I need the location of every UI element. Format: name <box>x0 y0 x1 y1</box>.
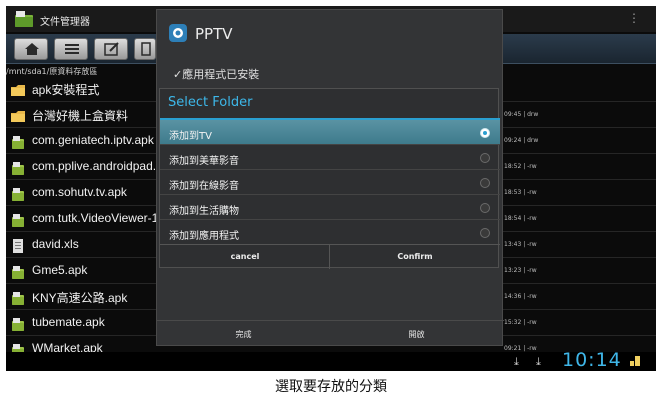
apk-file-icon <box>12 318 24 331</box>
folder-dialog-buttons: cancel Confirm <box>160 244 500 269</box>
confirm-button[interactable]: Confirm <box>330 245 500 269</box>
file-meta: 18:53 | -rw <box>504 189 537 196</box>
installed-message: ✓應用程式已安裝 <box>173 68 260 81</box>
file-meta: 14:36 | -rw <box>504 293 537 300</box>
home-button[interactable] <box>14 38 48 60</box>
radio-button[interactable] <box>480 228 490 238</box>
list-view-button[interactable] <box>54 38 88 60</box>
file-meta: 09:21 | -rw <box>504 345 537 352</box>
document-icon <box>13 239 23 253</box>
download-icon: ⤓ <box>514 355 519 368</box>
caption: 選取要存放的分類 <box>275 379 387 395</box>
file-name: david.xls <box>32 237 79 251</box>
file-meta: 18:54 | -rw <box>504 215 537 222</box>
apk-file-icon <box>12 188 24 201</box>
file-name: tubemate.apk <box>32 315 105 329</box>
folder-option[interactable]: 添加到TV <box>160 120 500 145</box>
apk-file-icon <box>12 162 24 175</box>
radio-button[interactable] <box>480 203 490 213</box>
folder-option[interactable]: 添加到應用程式 <box>160 220 500 245</box>
apk-file-icon <box>12 214 24 227</box>
file-name: com.sohutv.tv.apk <box>32 185 127 199</box>
system-bar: ⤓ ⤓ 10:14 <box>6 349 656 371</box>
folder-icon <box>11 111 25 122</box>
file-name: Gme5.apk <box>32 263 88 277</box>
app-title: 文件管理器 <box>40 17 90 28</box>
file-meta: 15:32 | -rw <box>504 319 537 326</box>
edit-button[interactable] <box>94 38 128 60</box>
edit-icon <box>104 42 119 56</box>
folder-option-label: 添加到生活購物 <box>169 206 239 217</box>
select-folder-title: Select Folder <box>168 95 253 110</box>
clock: 10:14 <box>562 349 622 371</box>
download-icon: ⤓ <box>536 355 541 368</box>
folder-option-label: 添加到在線影音 <box>169 181 239 192</box>
signal-icon <box>630 356 640 366</box>
folder-option[interactable]: 添加到在線影音 <box>160 170 500 195</box>
android-screen: 文件管理器 ⋮ /mnt/sda1/原資料存放區 apk安裝程式 台灣好機上盒資… <box>6 6 656 371</box>
open-button[interactable]: 開啟 <box>330 321 503 348</box>
file-name: com.geniatech.iptv.apk <box>32 133 154 147</box>
folder-option-label: 添加到TV <box>169 131 212 142</box>
install-dialog-buttons: 完成 開啟 <box>157 320 504 347</box>
file-name: 台灣好機上盒資料 <box>32 109 129 123</box>
folder-option-label: 添加到美華影音 <box>169 156 239 167</box>
file-name: apk安裝程式 <box>32 83 100 97</box>
file-name: com.tutk.VideoViewer-1 <box>32 211 159 225</box>
pptv-logo-icon <box>169 24 187 42</box>
file-meta: 09:45 | drw <box>504 111 539 118</box>
file-meta: 13:23 | -rw <box>504 267 537 274</box>
folder-option-label: 添加到應用程式 <box>169 231 239 242</box>
select-folder-dialog: Select Folder 添加到TV 添加到美華影音 添加到在線影音 添加到生活購物… <box>159 88 500 269</box>
file-meta: 13:43 | -rw <box>504 241 537 248</box>
radio-button[interactable] <box>480 128 490 138</box>
radio-button[interactable] <box>480 178 490 188</box>
file-meta: 09:24 | drw <box>504 137 539 144</box>
folder-icon <box>11 85 25 96</box>
home-icon <box>25 43 39 55</box>
apk-file-icon <box>12 266 24 279</box>
more-tools-button[interactable] <box>134 38 156 60</box>
dialog-title: PPTV <box>195 25 233 43</box>
radio-button[interactable] <box>480 153 490 163</box>
apk-file-icon <box>12 136 24 149</box>
folder-option[interactable]: 添加到美華影音 <box>160 145 500 170</box>
file-manager-icon <box>15 11 33 27</box>
list-icon <box>65 44 79 54</box>
document-icon <box>141 42 151 56</box>
file-meta: 18:52 | -rw <box>504 163 537 170</box>
folder-option[interactable]: 添加到生活購物 <box>160 195 500 220</box>
overflow-menu-icon[interactable]: ⋮ <box>628 12 640 24</box>
file-name: KNY高速公路.apk <box>32 291 128 305</box>
cancel-button[interactable]: cancel <box>160 245 330 269</box>
file-name: com.pplive.androidpad. <box>32 159 157 173</box>
apk-file-icon <box>12 292 24 305</box>
done-button[interactable]: 完成 <box>157 321 330 348</box>
